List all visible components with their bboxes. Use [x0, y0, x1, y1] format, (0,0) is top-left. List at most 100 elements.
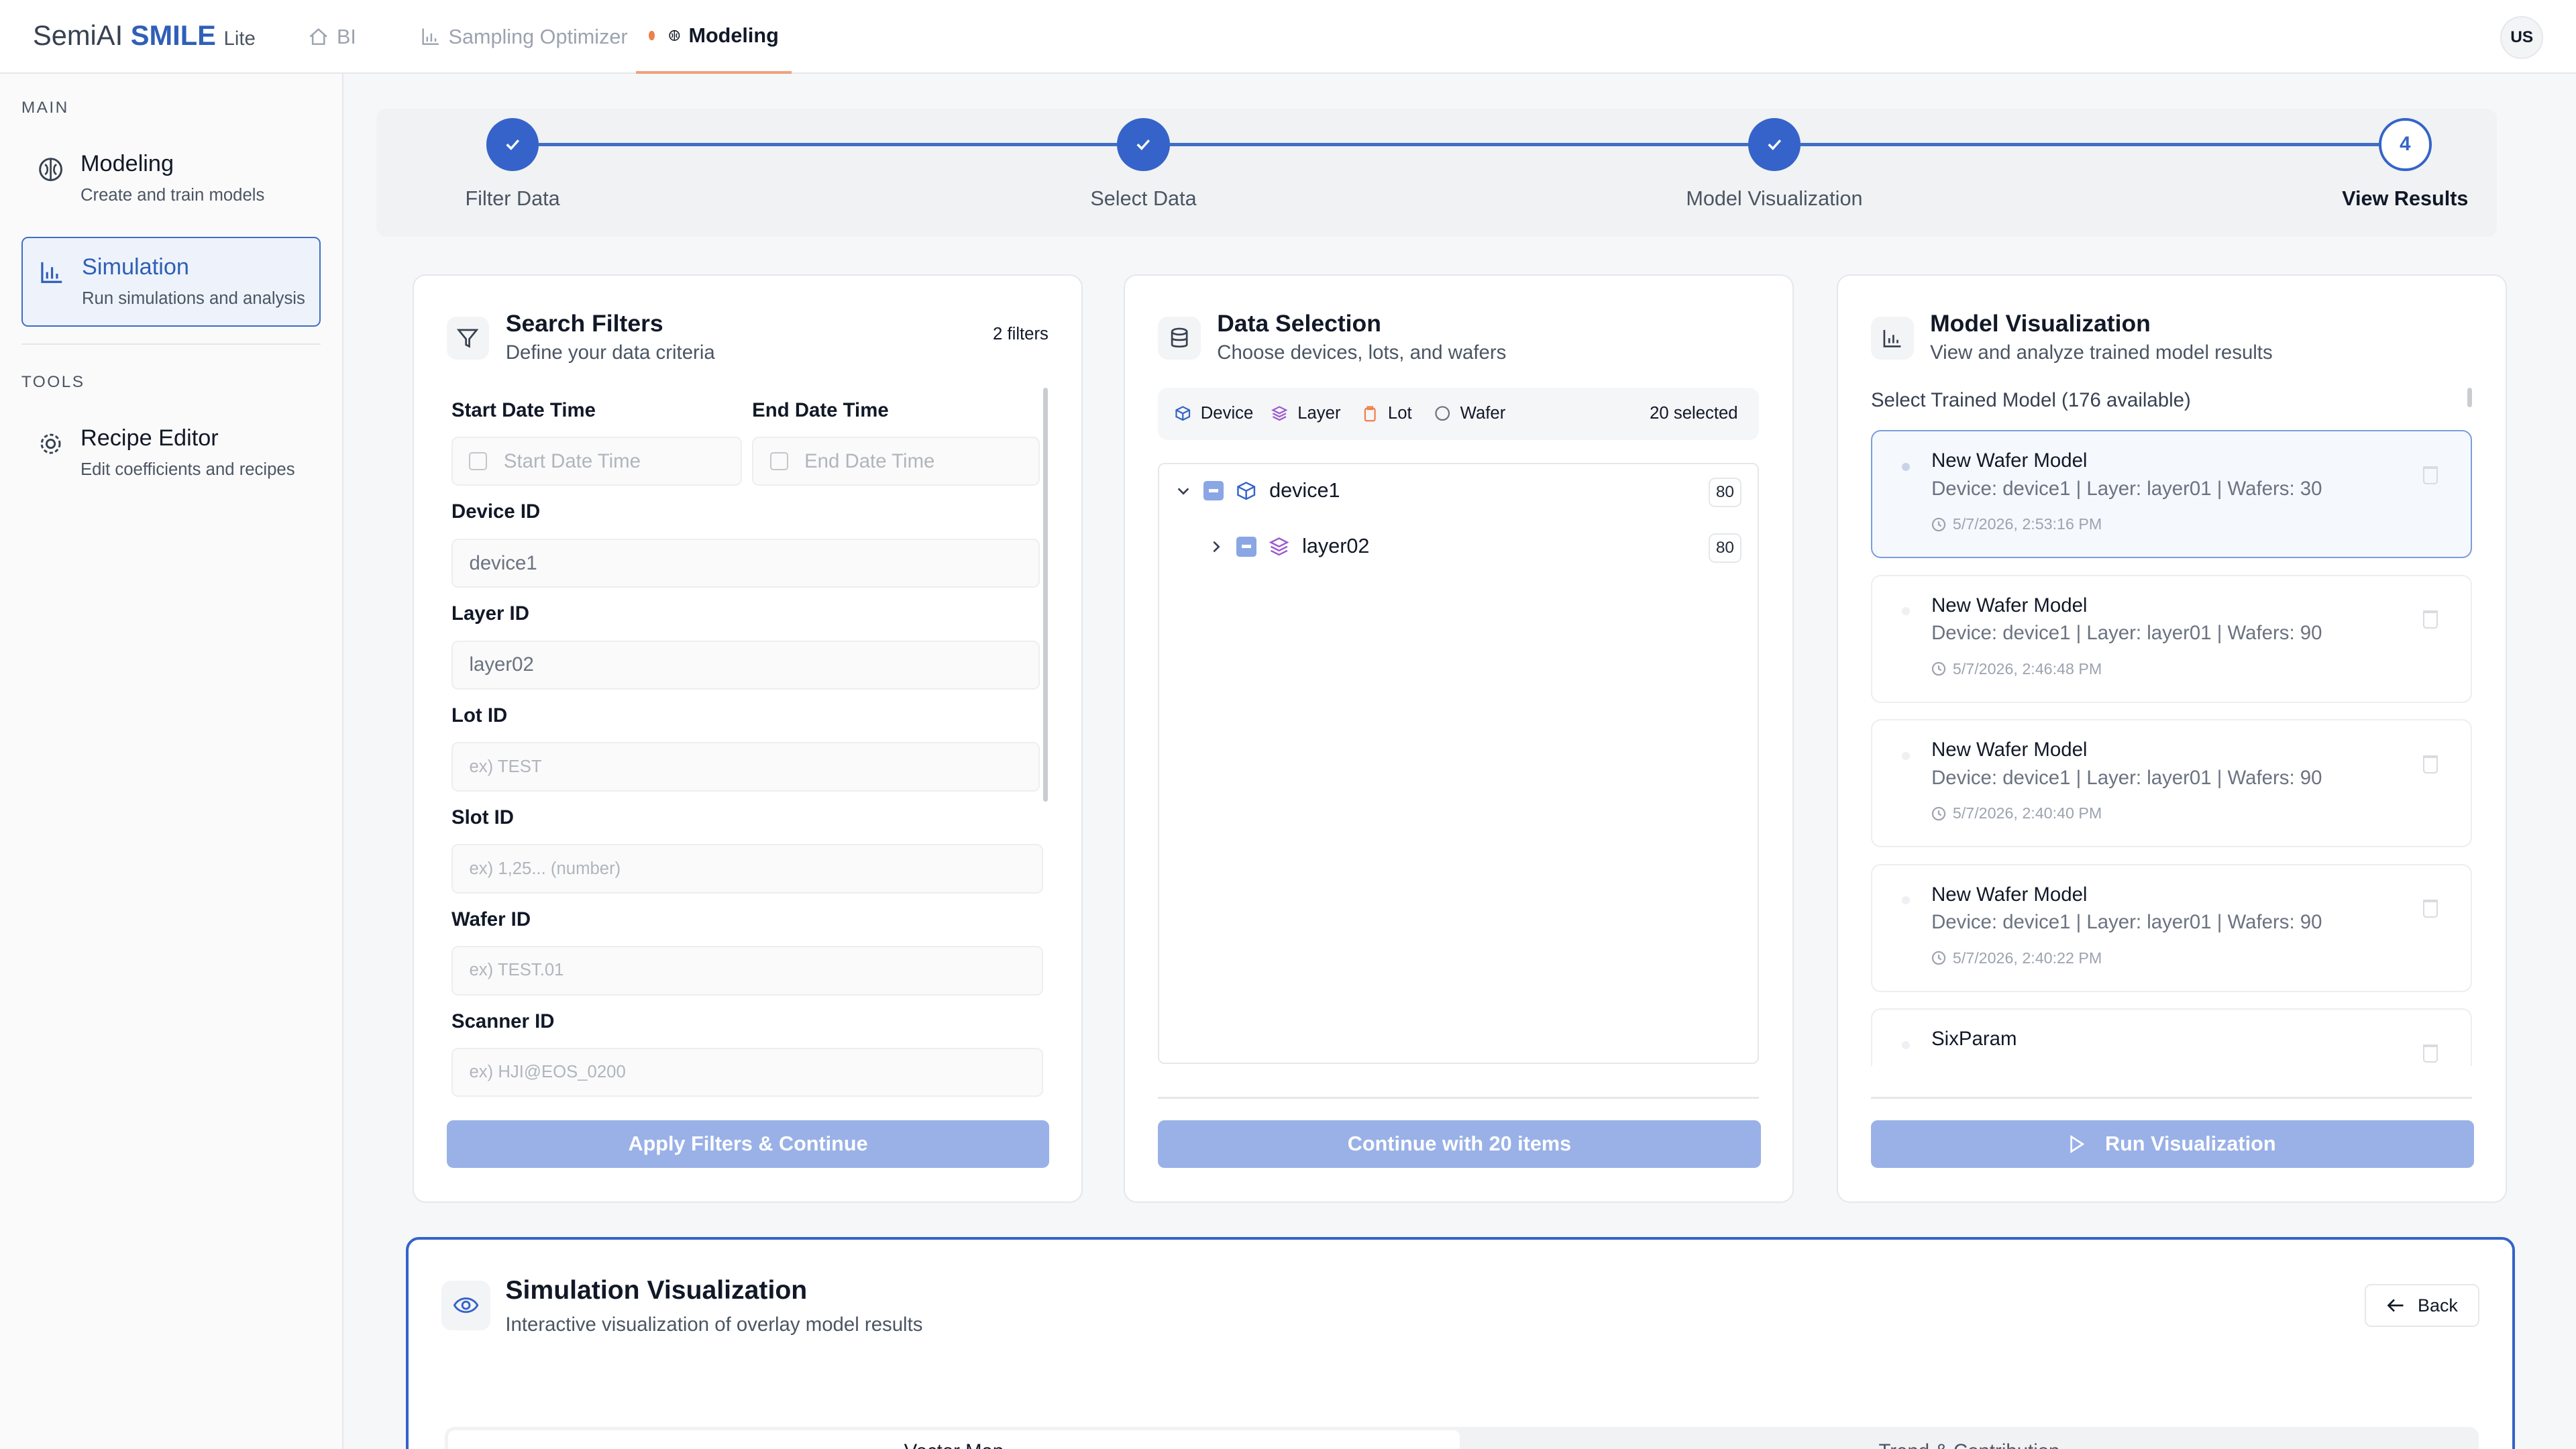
filter-lot-label: Lot — [1387, 403, 1412, 423]
step-label: View Results — [2342, 187, 2469, 211]
wafer-id-label: Wafer ID — [451, 908, 531, 930]
partial-checkbox[interactable] — [1236, 537, 1256, 557]
model-item[interactable]: New Wafer Model Device: device1 | Layer:… — [1870, 719, 2473, 848]
divider — [1870, 1097, 2473, 1099]
brand-logo[interactable]: SemiAI SMILE Lite — [33, 19, 256, 52]
bar-chart-icon — [1870, 317, 1914, 360]
model-list-scrollbar[interactable] — [2467, 387, 2473, 407]
tree-label: device1 — [1269, 479, 1340, 502]
panel-subtitle: Interactive visualization of overlay mod… — [505, 1313, 923, 1336]
trash-icon[interactable] — [2423, 755, 2438, 773]
radio-dot — [1902, 751, 1911, 760]
tab-vector-map[interactable]: Vector Map — [447, 1430, 1460, 1449]
cube-icon — [1175, 406, 1190, 421]
sidebar-divider — [21, 343, 321, 345]
calendar-icon — [469, 452, 488, 471]
progress-stepper: 4 Filter Data Select Data Model Visualiz… — [376, 108, 2498, 237]
nav-sampling-optimizer[interactable]: Sampling Optimizer — [421, 0, 628, 74]
card-subtitle: Choose devices, lots, and wafers — [1217, 341, 1507, 364]
start-date-input[interactable]: Start Date Time — [451, 436, 743, 486]
run-visualization-button[interactable]: Run Visualization — [1870, 1120, 2474, 1168]
data-selection-card: Data Selection Choose devices, lots, and… — [1124, 274, 1794, 1203]
selected-count: 20 selected — [1650, 403, 1738, 423]
model-name: New Wafer Model — [1931, 594, 2088, 616]
card-title: Data Selection — [1217, 310, 1381, 337]
search-filters-card: Search Filters Define your data criteria… — [412, 274, 1083, 1203]
nav-bi[interactable]: BI — [309, 0, 356, 74]
step-3-circle[interactable] — [1748, 118, 1801, 171]
trash-icon[interactable] — [2423, 466, 2438, 484]
model-time: 5/7/2026, 2:46:48 PM — [1931, 660, 2102, 678]
partial-checkbox[interactable] — [1203, 480, 1224, 501]
sidebar: MAIN Modeling Create and train models Si… — [0, 74, 343, 1449]
clock-icon — [1931, 806, 1946, 820]
step-1-circle[interactable] — [486, 118, 539, 171]
model-item[interactable]: SixParam — [1870, 1008, 2473, 1066]
start-date-label: Start Date Time — [451, 398, 596, 421]
bar-chart-icon — [41, 262, 62, 284]
clipboard-icon — [1364, 406, 1376, 422]
device-id-input[interactable]: device1 — [451, 538, 1040, 588]
tree-row-layer02[interactable]: layer02 — [1209, 535, 1370, 558]
continue-button[interactable]: Continue with 20 items — [1158, 1120, 1761, 1168]
step-4-circle[interactable]: 4 — [2379, 118, 2432, 171]
model-desc: Device: device1 | Layer: layer01 | Wafer… — [1931, 622, 2322, 645]
sidebar-item-subtitle: Edit coefficients and recipes — [80, 460, 295, 479]
radio-dot — [1902, 462, 1911, 471]
layer-id-input[interactable]: layer02 — [451, 640, 1040, 690]
trash-icon[interactable] — [2423, 610, 2438, 629]
model-item[interactable]: New Wafer Model Device: device1 | Layer:… — [1870, 863, 2473, 992]
model-list: New Wafer Model Device: device1 | Layer:… — [1838, 430, 2508, 1066]
card-title: Model Visualization — [1930, 310, 2151, 337]
model-name: New Wafer Model — [1931, 739, 2088, 761]
bar-chart-icon — [422, 28, 439, 46]
end-date-input[interactable]: End Date Time — [752, 436, 1040, 486]
model-item[interactable]: New Wafer Model Device: device1 | Layer:… — [1870, 430, 2473, 559]
active-dot — [649, 30, 655, 41]
nav-modeling[interactable]: Modeling — [635, 0, 792, 74]
model-time: 5/7/2026, 2:40:40 PM — [1931, 804, 2102, 822]
filter-device[interactable]: Device — [1175, 404, 1253, 423]
check-icon — [1136, 140, 1150, 151]
nav-bi-label: BI — [337, 25, 356, 48]
form-scrollbar[interactable] — [1042, 387, 1048, 802]
user-avatar[interactable]: US — [2500, 16, 2544, 60]
step-connector — [539, 143, 1118, 146]
step-2-circle[interactable] — [1117, 118, 1170, 171]
clock-icon — [1931, 951, 1946, 965]
apply-filters-button[interactable]: Apply Filters & Continue — [446, 1120, 1050, 1168]
filter-wafer[interactable]: Wafer — [1434, 404, 1505, 423]
brain-icon — [39, 157, 63, 181]
model-desc: Device: device1 | Layer: layer01 | Wafer… — [1931, 766, 2322, 789]
filter-lot[interactable]: Lot — [1362, 404, 1412, 423]
back-button[interactable]: Back — [2365, 1284, 2480, 1327]
tree-row-device1[interactable]: device1 — [1176, 479, 1340, 502]
model-visualization-card: Model Visualization View and analyze tra… — [1836, 274, 2508, 1203]
layers-icon — [1271, 406, 1288, 421]
start-date-placeholder: Start Date Time — [503, 449, 641, 472]
lot-id-input[interactable]: ex) TEST — [451, 742, 1040, 792]
brand-part1: SemiAI — [32, 19, 123, 52]
device-id-label: Device ID — [451, 500, 541, 523]
chevron-right-icon[interactable] — [1209, 539, 1224, 554]
model-item[interactable]: New Wafer Model Device: device1 | Layer:… — [1870, 574, 2473, 703]
slot-id-input[interactable]: ex) 1,25... (number) — [451, 844, 1043, 894]
wafer-id-input[interactable]: ex) TEST.01 — [451, 946, 1043, 996]
tree-label: layer02 — [1302, 535, 1370, 558]
trash-icon[interactable] — [2423, 1044, 2438, 1063]
sidebar-item-recipe-editor[interactable]: Recipe Editor Edit coefficients and reci… — [21, 409, 321, 500]
scanner-id-input[interactable]: ex) HJI@EOS_0200 — [451, 1047, 1043, 1097]
tab-trend-contribution[interactable]: Trend & Contribution — [1463, 1430, 2475, 1449]
sidebar-item-simulation[interactable]: Simulation Run simulations and analysis — [21, 236, 321, 327]
chevron-down-icon[interactable] — [1176, 484, 1191, 498]
model-time-text: 5/7/2026, 2:46:48 PM — [1952, 659, 2102, 678]
filter-layer[interactable]: Layer — [1271, 404, 1341, 423]
sidebar-item-modeling[interactable]: Modeling Create and train models — [21, 135, 321, 225]
card-subtitle: Define your data criteria — [505, 341, 715, 364]
run-visualization-label: Run Visualization — [2104, 1132, 2276, 1155]
sidebar-item-title: Modeling — [80, 151, 174, 177]
divider — [1158, 1097, 1760, 1099]
model-name: New Wafer Model — [1931, 883, 2088, 906]
trash-icon[interactable] — [2423, 900, 2438, 918]
scanner-id-label: Scanner ID — [451, 1010, 555, 1032]
